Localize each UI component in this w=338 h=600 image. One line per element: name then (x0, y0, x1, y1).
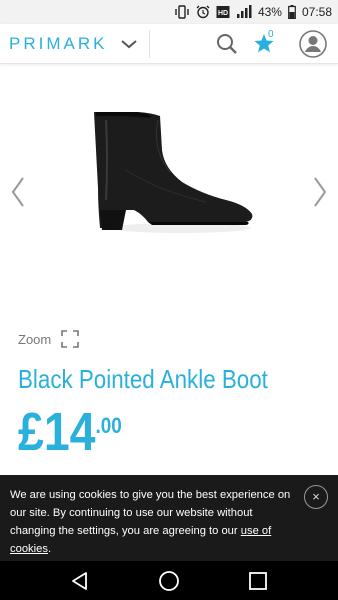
product-image (94, 112, 253, 233)
back-icon[interactable] (70, 571, 90, 591)
hd-icon: HD (216, 5, 230, 19)
product-title: Black Pointed Ankle Boot (18, 364, 268, 394)
status-time: 07:58 (301, 5, 332, 19)
close-glyph: × (312, 489, 320, 504)
price-main: £14 (18, 402, 96, 462)
status-bar: HD 43% 07:58 (0, 0, 338, 24)
product-price: £14 .00 (18, 402, 122, 462)
search-icon[interactable] (215, 32, 239, 56)
zoom-icon (61, 330, 80, 348)
signal-icon (236, 5, 252, 19)
vibrate-icon (174, 5, 190, 19)
svg-text:HD: HD (218, 10, 228, 17)
zoom-label: Zoom (18, 331, 52, 347)
recent-apps-icon[interactable] (248, 571, 268, 591)
primark-logo[interactable]: PRIMARK (9, 34, 107, 54)
price-decimals: .00 (95, 413, 122, 438)
chevron-right-icon[interactable] (312, 176, 328, 208)
star-icon[interactable] (252, 30, 280, 58)
chevron-down-icon[interactable] (120, 37, 138, 51)
cookie-banner: We are using cookies to give you the bes… (0, 475, 338, 561)
header-divider (149, 30, 150, 58)
account-icon[interactable] (298, 29, 328, 59)
cookie-suffix: . (47, 543, 52, 555)
chevron-left-icon[interactable] (10, 176, 26, 208)
battery-percent: 43% (257, 5, 282, 19)
product-image-carousel[interactable] (0, 64, 338, 319)
site-header: PRIMARK 0 (0, 24, 338, 64)
battery-icon (288, 5, 296, 19)
close-icon[interactable]: × (304, 485, 328, 509)
navigation-bar (0, 561, 338, 600)
wishlist-count: 0 (268, 29, 274, 40)
home-icon[interactable] (158, 570, 180, 592)
zoom-button[interactable]: Zoom (18, 330, 80, 348)
alarm-icon (196, 5, 210, 19)
